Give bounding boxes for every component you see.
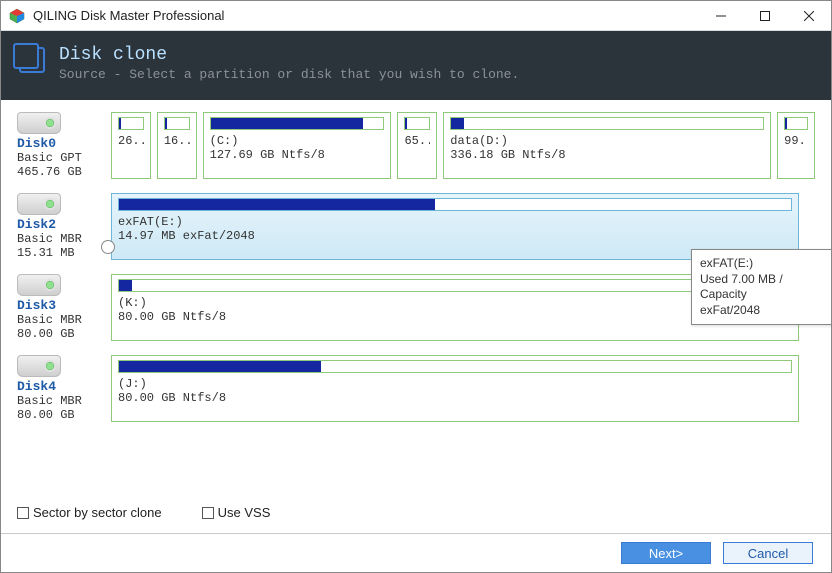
disk-name: Disk3 [17, 298, 105, 313]
partition-strip: (J:)80.00 GB Ntfs/8 [111, 355, 815, 422]
page-subtitle: Source - Select a partition or disk that… [59, 67, 519, 82]
partition-info: 99... [784, 134, 808, 148]
partition-info: 80.00 GB Ntfs/8 [118, 391, 792, 405]
disk-type: Basic MBR [17, 313, 105, 327]
disk-size: 80.00 GB [17, 408, 105, 422]
disk-icon [17, 193, 61, 215]
window-title: QILING Disk Master Professional [33, 8, 699, 23]
disk-size: 80.00 GB [17, 327, 105, 341]
usage-bar [210, 117, 385, 130]
page-title: Disk clone [59, 45, 519, 65]
disk-info: Disk3Basic MBR80.00 GB [17, 274, 105, 341]
cancel-button[interactable]: Cancel [723, 542, 813, 564]
disk-type: Basic GPT [17, 151, 105, 165]
partition-info: 336.18 GB Ntfs/8 [450, 148, 764, 162]
page-header: Disk clone Source - Select a partition o… [1, 31, 831, 100]
maximize-button[interactable] [743, 1, 787, 30]
app-logo-icon [9, 8, 25, 24]
partition[interactable]: (C:)127.69 GB Ntfs/8 [203, 112, 392, 179]
disk-name: Disk0 [17, 136, 105, 151]
partition-info: 14.97 MB exFat/2048 [118, 229, 792, 243]
usage-bar [118, 198, 792, 211]
disk-row[interactable]: Disk0Basic GPT465.76 GB 26... 16... (C:)127… [17, 112, 815, 179]
partition[interactable]: data(D:)336.18 GB Ntfs/8 [443, 112, 771, 179]
close-button[interactable] [787, 1, 831, 30]
use-vss-checkbox[interactable]: Use VSS [202, 505, 271, 520]
partition-info: 26... [118, 134, 144, 148]
minimize-button[interactable] [699, 1, 743, 30]
partition[interactable]: 99... [777, 112, 815, 179]
partition-tooltip: exFAT(E:) Used 7.00 MB / Capacity exFat/… [691, 249, 832, 325]
disk-icon [17, 355, 61, 377]
divider [1, 533, 831, 534]
partition[interactable]: (J:)80.00 GB Ntfs/8 [111, 355, 799, 422]
partition-label: (C:) [210, 134, 385, 148]
partition-info: 65... [404, 134, 430, 148]
partition-label: exFAT(E:) [118, 215, 792, 229]
usage-bar [118, 360, 792, 373]
disk-icon [17, 112, 61, 134]
disk-name: Disk4 [17, 379, 105, 394]
disk-info: Disk0Basic GPT465.76 GB [17, 112, 105, 179]
partition-strip: 26... 16... (C:)127.69 GB Ntfs/8 65... data(… [111, 112, 815, 179]
disk-radio[interactable] [101, 240, 115, 254]
tooltip-line: exFat/2048 [700, 303, 823, 319]
sector-by-sector-checkbox[interactable]: Sector by sector clone [17, 505, 162, 520]
partition[interactable]: 65... [397, 112, 437, 179]
clone-icon [19, 47, 45, 73]
checkbox-label: Sector by sector clone [33, 505, 162, 520]
partition[interactable]: 16... [157, 112, 197, 179]
partition-label: (J:) [118, 377, 792, 391]
disk-info: Disk2Basic MBR15.31 MB [17, 193, 105, 260]
disk-info: Disk4Basic MBR80.00 GB [17, 355, 105, 422]
disk-icon [17, 274, 61, 296]
usage-bar [784, 117, 808, 130]
disk-name: Disk2 [17, 217, 105, 232]
partition-info: 127.69 GB Ntfs/8 [210, 148, 385, 162]
partition-label: data(D:) [450, 134, 764, 148]
usage-bar [164, 117, 190, 130]
next-button[interactable]: Next> [621, 542, 711, 564]
tooltip-line: Used 7.00 MB / Capacity [700, 272, 823, 303]
checkbox-label: Use VSS [218, 505, 271, 520]
usage-bar [450, 117, 764, 130]
disk-type: Basic MBR [17, 394, 105, 408]
disk-size: 465.76 GB [17, 165, 105, 179]
titlebar: QILING Disk Master Professional [1, 1, 831, 31]
disk-type: Basic MBR [17, 232, 105, 246]
partition-info: 16... [164, 134, 190, 148]
partition[interactable]: 26... [111, 112, 151, 179]
tooltip-line: exFAT(E:) [700, 256, 823, 272]
disk-size: 15.31 MB [17, 246, 105, 260]
usage-bar [404, 117, 430, 130]
usage-bar [118, 117, 144, 130]
disk-row[interactable]: Disk4Basic MBR80.00 GB(J:)80.00 GB Ntfs/… [17, 355, 815, 422]
